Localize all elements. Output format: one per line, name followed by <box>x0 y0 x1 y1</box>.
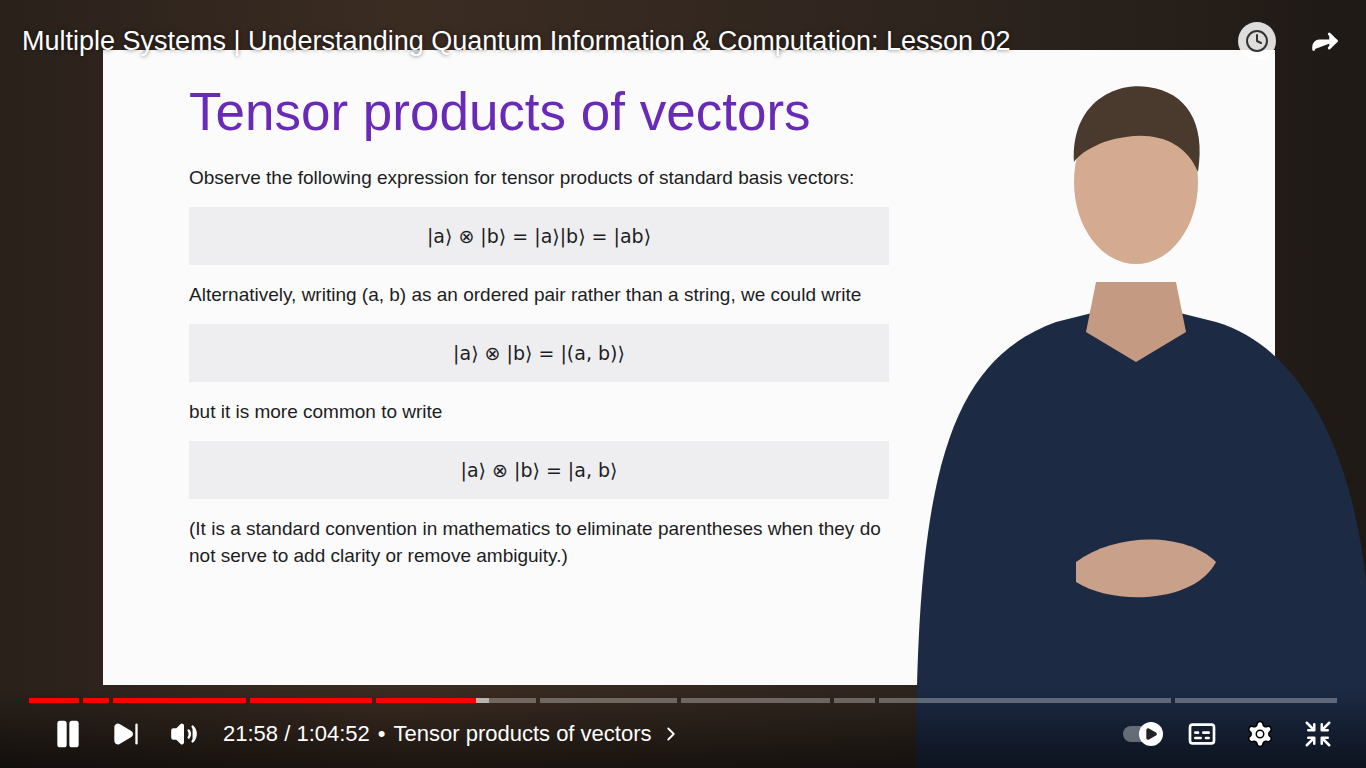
chapter-segment[interactable] <box>1175 698 1337 703</box>
title-bar: Multiple Systems | Understanding Quantum… <box>22 22 1344 60</box>
chapter-segment[interactable] <box>540 698 677 703</box>
played-fill <box>113 698 245 703</box>
presenter-image <box>886 62 1366 768</box>
formula-box: |a⟩ ⊗ |b⟩ = |a⟩|b⟩ = |ab⟩ <box>189 207 889 265</box>
share-icon[interactable] <box>1306 22 1344 60</box>
formula-box: |a⟩ ⊗ |b⟩ = |a, b⟩ <box>189 441 889 499</box>
chapter-title[interactable]: Tensor products of vectors <box>394 721 652 747</box>
slide-paragraph: Alternatively, writing (a, b) as an orde… <box>189 281 889 308</box>
played-fill <box>83 698 110 703</box>
chapter-segment[interactable] <box>113 698 245 703</box>
slide-paragraph: but it is more common to write <box>189 398 889 425</box>
next-icon[interactable] <box>107 715 145 753</box>
chapter-segment[interactable] <box>29 698 79 703</box>
chapter-segment[interactable] <box>83 698 110 703</box>
chapter-segment[interactable] <box>681 698 830 703</box>
formula-box: |a⟩ ⊗ |b⟩ = |(a, b)⟩ <box>189 324 889 382</box>
video-title[interactable]: Multiple Systems | Understanding Quantum… <box>22 26 1208 57</box>
clock-icon[interactable] <box>1238 22 1276 60</box>
volume-icon[interactable] <box>165 715 203 753</box>
time-display: 21:58 / 1:04:52 • Tensor products of vecto… <box>223 721 682 747</box>
exit-fullscreen-icon[interactable] <box>1299 715 1337 753</box>
progress-bar[interactable] <box>29 698 1337 703</box>
played-fill <box>376 698 476 703</box>
played-fill <box>29 698 79 703</box>
slide-paragraph: (It is a standard convention in mathemat… <box>189 515 889 569</box>
chapter-segment[interactable] <box>376 698 536 703</box>
captions-icon[interactable] <box>1183 715 1221 753</box>
slide-body: Observe the following expression for ten… <box>189 164 889 569</box>
autoplay-toggle[interactable] <box>1123 726 1163 742</box>
time-text: 21:58 / 1:04:52 <box>223 721 370 747</box>
chapter-segment[interactable] <box>250 698 372 703</box>
chevron-right-icon[interactable] <box>660 723 682 745</box>
gear-icon[interactable] <box>1241 715 1279 753</box>
autoplay-play-icon <box>1139 722 1163 746</box>
chapter-segment[interactable] <box>879 698 1172 703</box>
video-player[interactable]: Tensor products of vectors Observe the fo… <box>0 0 1366 768</box>
controls-row: 21:58 / 1:04:52 • Tensor products of vecto… <box>29 703 1337 768</box>
control-bar: 21:58 / 1:04:52 • Tensor products of vecto… <box>0 688 1366 768</box>
slide-paragraph: Observe the following expression for ten… <box>189 164 889 191</box>
pause-icon[interactable] <box>49 715 87 753</box>
separator: • <box>378 721 386 747</box>
played-fill <box>250 698 372 703</box>
chapter-segment[interactable] <box>834 698 875 703</box>
